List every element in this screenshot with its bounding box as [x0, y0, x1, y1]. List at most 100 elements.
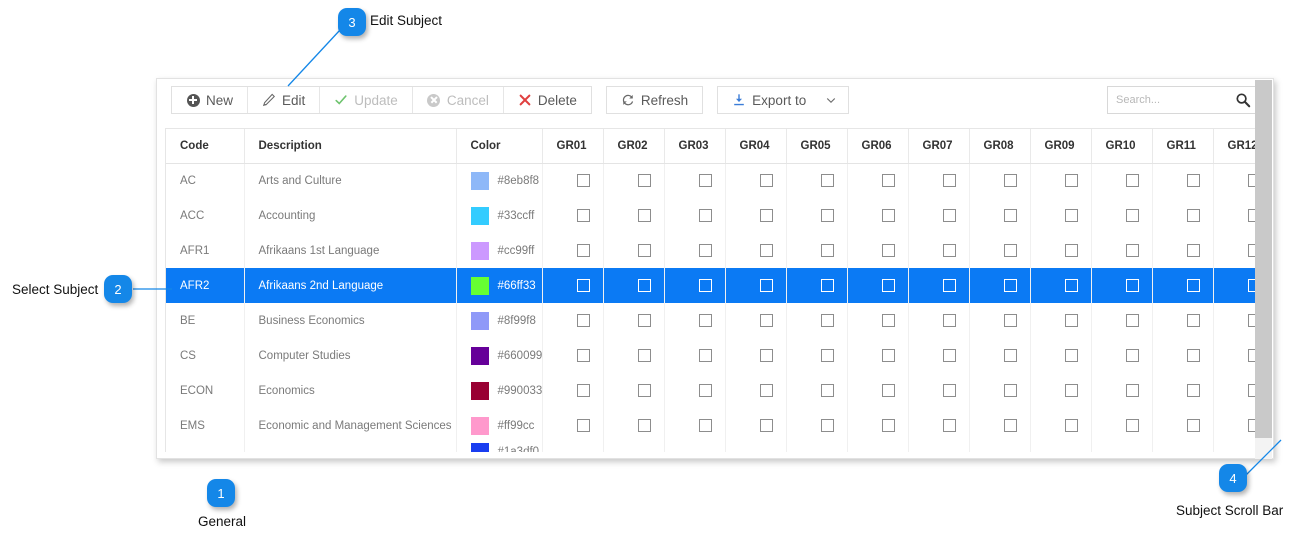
refresh-button[interactable]: Refresh	[605, 86, 704, 114]
grade-checkbox[interactable]	[759, 419, 773, 432]
grade-checkbox[interactable]	[820, 209, 834, 222]
grade-checkbox[interactable]	[637, 314, 651, 327]
grade-checkbox[interactable]	[637, 244, 651, 257]
grade-checkbox[interactable]	[1186, 384, 1200, 397]
grade-checkbox[interactable]	[1125, 209, 1139, 222]
grade-checkbox[interactable]	[576, 419, 590, 432]
column-header-gr04[interactable]: GR04	[725, 129, 787, 164]
grade-checkbox[interactable]	[698, 419, 712, 432]
table-row[interactable]: ECON Economics #990033	[166, 373, 1258, 408]
table-row[interactable]: AFR2 Afrikaans 2nd Language #66ff33	[166, 268, 1258, 303]
grade-checkbox[interactable]	[881, 244, 895, 257]
grade-checkbox[interactable]	[820, 419, 834, 432]
grade-checkbox[interactable]	[576, 209, 590, 222]
grade-checkbox[interactable]	[1186, 349, 1200, 362]
grade-checkbox[interactable]	[576, 279, 590, 292]
table-row[interactable]: EMS Economic and Management Sciences #ff99…	[166, 408, 1258, 443]
grade-checkbox[interactable]	[576, 244, 590, 257]
column-header-gr02[interactable]: GR02	[603, 129, 665, 164]
column-header-gr03[interactable]: GR03	[664, 129, 726, 164]
grade-checkbox[interactable]	[881, 349, 895, 362]
column-header-gr05[interactable]: GR05	[786, 129, 848, 164]
grade-checkbox[interactable]	[1003, 384, 1017, 397]
grade-checkbox[interactable]	[942, 244, 956, 257]
grade-checkbox[interactable]	[820, 384, 834, 397]
grade-checkbox[interactable]	[637, 419, 651, 432]
grade-checkbox[interactable]	[942, 209, 956, 222]
grade-checkbox[interactable]	[1186, 174, 1200, 188]
grade-checkbox[interactable]	[1125, 419, 1139, 432]
grade-checkbox[interactable]	[1064, 384, 1078, 397]
grade-checkbox[interactable]	[637, 384, 651, 397]
callout-badge-3[interactable]: 3	[338, 8, 366, 36]
grade-checkbox[interactable]	[1003, 174, 1017, 188]
column-header-gr07[interactable]: GR07	[908, 129, 970, 164]
grade-checkbox[interactable]	[881, 384, 895, 397]
column-header-gr11[interactable]: GR11	[1152, 129, 1214, 164]
grade-checkbox[interactable]	[942, 419, 956, 432]
grade-checkbox[interactable]	[1186, 419, 1200, 432]
column-header-gr10[interactable]: GR10	[1091, 129, 1153, 164]
grade-checkbox[interactable]	[576, 349, 590, 362]
grade-checkbox[interactable]	[637, 209, 651, 222]
grade-checkbox[interactable]	[1064, 349, 1078, 362]
column-header-gr06[interactable]: GR06	[847, 129, 909, 164]
grade-checkbox[interactable]	[759, 279, 773, 292]
grade-checkbox[interactable]	[1186, 209, 1200, 222]
grade-checkbox[interactable]	[1125, 174, 1139, 188]
grade-checkbox[interactable]	[1064, 209, 1078, 222]
grade-checkbox[interactable]	[942, 174, 956, 188]
grade-checkbox[interactable]	[698, 209, 712, 222]
column-header-color[interactable]: Color	[456, 129, 543, 164]
grade-checkbox[interactable]	[759, 384, 773, 397]
grade-checkbox[interactable]	[1003, 349, 1017, 362]
grade-checkbox[interactable]	[637, 174, 651, 188]
search-icon[interactable]	[1235, 92, 1251, 113]
grade-checkbox[interactable]	[942, 314, 956, 327]
table-row[interactable]: ACC Accounting #33ccff	[166, 198, 1258, 233]
grade-checkbox[interactable]	[881, 174, 895, 188]
grade-checkbox[interactable]	[1125, 244, 1139, 257]
grade-checkbox[interactable]	[698, 384, 712, 397]
grade-checkbox[interactable]	[698, 349, 712, 362]
grade-checkbox[interactable]	[576, 384, 590, 397]
grade-checkbox[interactable]	[820, 314, 834, 327]
column-header-code[interactable]: Code	[166, 129, 245, 164]
grade-checkbox[interactable]	[881, 209, 895, 222]
grade-checkbox[interactable]	[759, 174, 773, 188]
edit-button[interactable]: Edit	[248, 87, 321, 113]
table-row[interactable]: AC Arts and Culture #8eb8f8	[166, 163, 1258, 198]
grade-checkbox[interactable]	[1003, 314, 1017, 327]
grade-checkbox[interactable]	[820, 349, 834, 362]
grade-checkbox[interactable]	[1125, 349, 1139, 362]
grade-checkbox[interactable]	[1003, 419, 1017, 432]
grade-checkbox[interactable]	[820, 279, 834, 292]
grade-checkbox[interactable]	[1064, 419, 1078, 432]
column-header-description[interactable]: Description	[244, 129, 457, 164]
grade-checkbox[interactable]	[942, 384, 956, 397]
grade-checkbox[interactable]	[881, 279, 895, 292]
grade-checkbox[interactable]	[1186, 244, 1200, 257]
column-header-gr01[interactable]: GR01	[542, 129, 604, 164]
grade-checkbox[interactable]	[576, 314, 590, 327]
grade-checkbox[interactable]	[1125, 314, 1139, 327]
column-header-gr08[interactable]: GR08	[969, 129, 1031, 164]
grade-checkbox[interactable]	[698, 244, 712, 257]
grade-checkbox[interactable]	[759, 314, 773, 327]
grade-checkbox[interactable]	[1064, 174, 1078, 188]
table-row[interactable]: BE Business Economics #8f99f8	[166, 303, 1258, 338]
cancel-button[interactable]: Cancel	[412, 87, 504, 113]
delete-button[interactable]: Delete	[503, 87, 591, 113]
grade-checkbox[interactable]	[942, 349, 956, 362]
callout-badge-1[interactable]: 1	[207, 479, 235, 507]
grade-checkbox[interactable]	[698, 174, 712, 188]
grade-checkbox[interactable]	[698, 314, 712, 327]
table-row[interactable]: AFR1 Afrikaans 1st Language #cc99ff	[166, 233, 1258, 268]
grade-checkbox[interactable]	[1003, 209, 1017, 222]
grade-checkbox[interactable]	[637, 279, 651, 292]
grade-checkbox[interactable]	[1125, 279, 1139, 292]
grade-checkbox[interactable]	[1186, 279, 1200, 292]
callout-badge-2[interactable]: 2	[104, 275, 132, 303]
grade-checkbox[interactable]	[1003, 279, 1017, 292]
grade-checkbox[interactable]	[759, 209, 773, 222]
